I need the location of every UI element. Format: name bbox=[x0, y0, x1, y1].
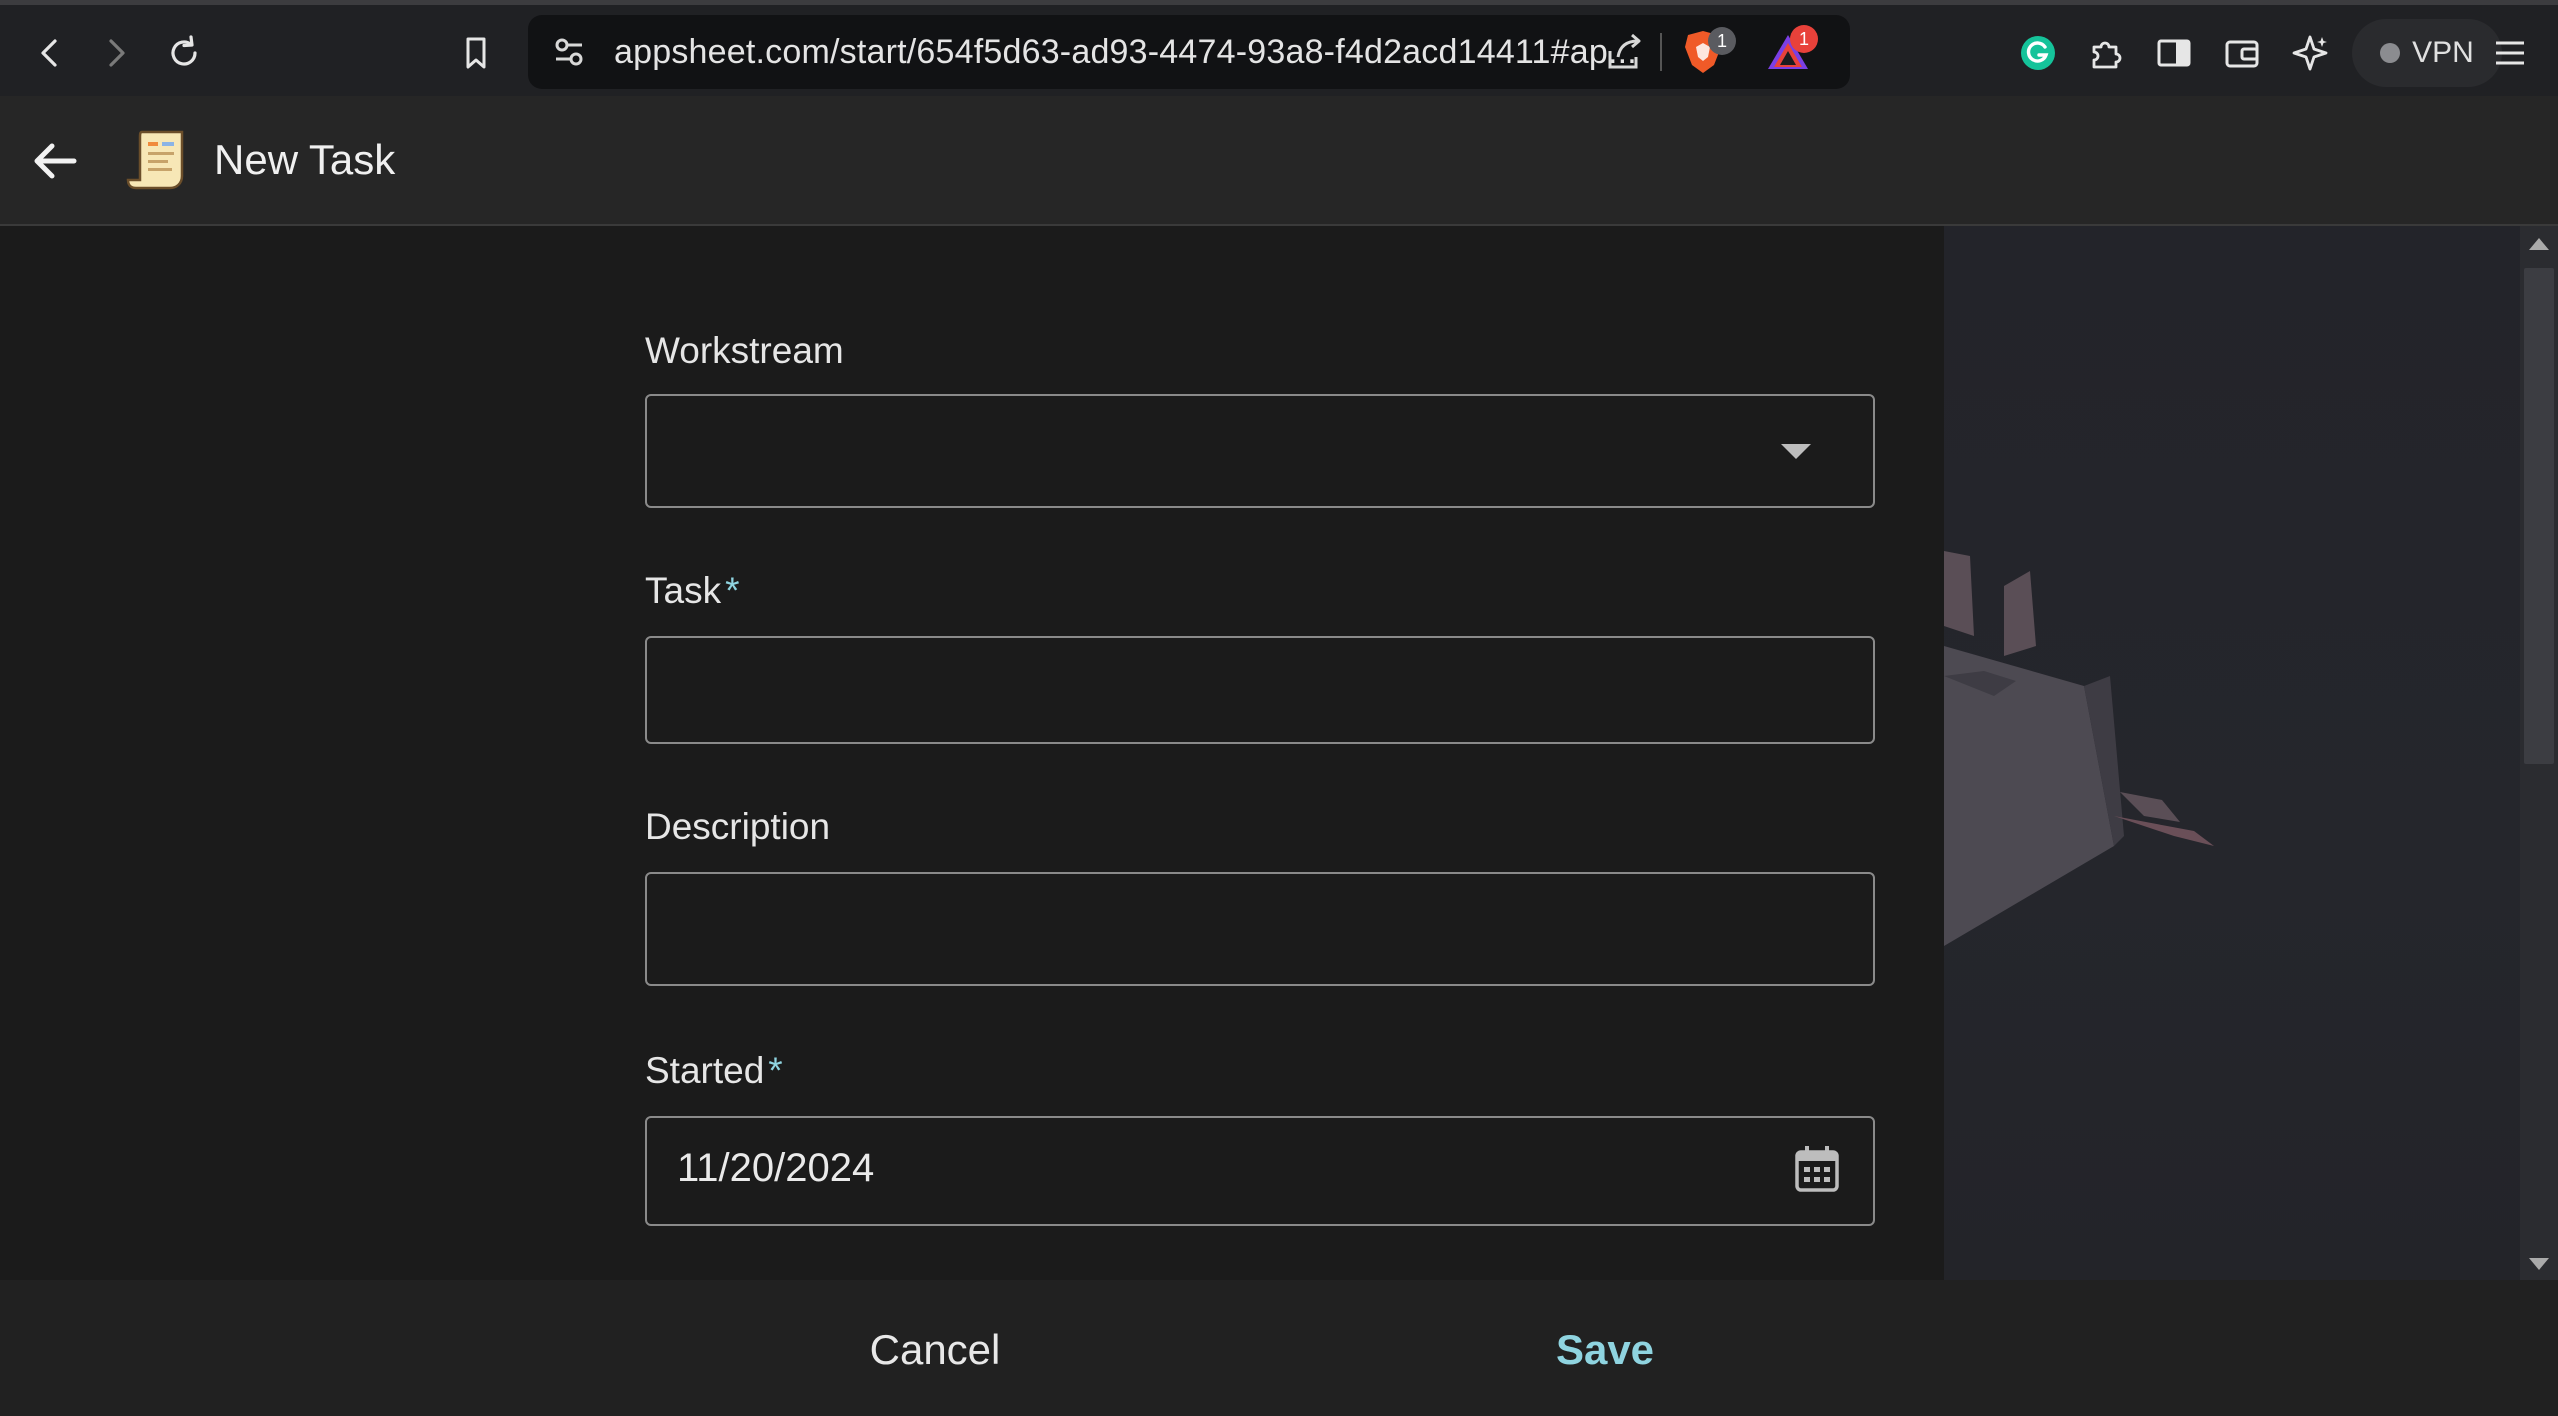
required-mark: * bbox=[768, 1050, 783, 1091]
bookmark-icon[interactable] bbox=[450, 27, 502, 79]
url-text[interactable]: appsheet.com/start/654f5d63-ad93-4474-93… bbox=[614, 33, 1637, 72]
browser-toolbar: appsheet.com/start/654f5d63-ad93-4474-93… bbox=[0, 0, 2558, 96]
background-illustration bbox=[1944, 226, 2520, 1280]
workstream-label: Workstream bbox=[645, 330, 844, 371]
decorative-creature-image bbox=[1944, 551, 2214, 946]
address-bar[interactable]: appsheet.com/start/654f5d63-ad93-4474-93… bbox=[528, 15, 1850, 89]
description-input[interactable] bbox=[645, 872, 1875, 986]
started-label: Started * bbox=[645, 1050, 783, 1091]
scroll-thumb[interactable] bbox=[2524, 268, 2554, 764]
cancel-button[interactable]: Cancel bbox=[820, 1320, 1050, 1380]
brave-rewards-badge: 1 bbox=[1790, 25, 1818, 53]
menu-icon[interactable] bbox=[2484, 27, 2536, 79]
app-header: New Task bbox=[0, 96, 2558, 226]
leo-ai-icon[interactable] bbox=[2284, 27, 2336, 79]
app-logo-scroll-icon bbox=[126, 126, 190, 192]
vpn-button[interactable]: VPN bbox=[2352, 19, 2502, 87]
back-icon[interactable] bbox=[24, 27, 76, 79]
started-date-input[interactable]: 11/20/2024 bbox=[645, 1116, 1875, 1226]
dropdown-caret-icon bbox=[1781, 444, 1811, 459]
separator bbox=[1660, 33, 1662, 71]
form-footer: Cancel Save bbox=[0, 1280, 2558, 1416]
task-input[interactable] bbox=[645, 636, 1875, 744]
form-area: Workstream Task * Description Started * 11… bbox=[0, 226, 1944, 1280]
share-icon[interactable] bbox=[1602, 29, 1648, 75]
reload-icon[interactable] bbox=[158, 27, 210, 79]
grammarly-icon[interactable] bbox=[2012, 27, 2064, 79]
brave-shield-badge: 1 bbox=[1708, 27, 1736, 55]
extensions-icon[interactable] bbox=[2080, 27, 2132, 79]
vpn-label: VPN bbox=[2412, 36, 2474, 69]
started-value[interactable]: 11/20/2024 bbox=[677, 1146, 874, 1191]
wallet-icon[interactable] bbox=[2216, 27, 2268, 79]
save-button[interactable]: Save bbox=[1490, 1320, 1720, 1380]
scroll-down-icon[interactable] bbox=[2529, 1258, 2549, 1270]
scroll-up-icon[interactable] bbox=[2529, 238, 2549, 250]
description-label: Description bbox=[645, 806, 831, 847]
vpn-status-icon bbox=[2380, 43, 2401, 63]
sidebar-icon[interactable] bbox=[2148, 27, 2200, 79]
app-back-arrow-icon[interactable] bbox=[28, 134, 82, 188]
page-title: New Task bbox=[214, 136, 396, 183]
task-label: Task * bbox=[645, 570, 740, 611]
calendar-icon[interactable] bbox=[1793, 1144, 1841, 1194]
forward-icon[interactable] bbox=[90, 27, 142, 79]
required-mark: * bbox=[725, 570, 740, 611]
workstream-dropdown[interactable] bbox=[645, 394, 1875, 508]
site-settings-icon[interactable] bbox=[548, 31, 590, 73]
scrollbar[interactable] bbox=[2520, 226, 2558, 1280]
